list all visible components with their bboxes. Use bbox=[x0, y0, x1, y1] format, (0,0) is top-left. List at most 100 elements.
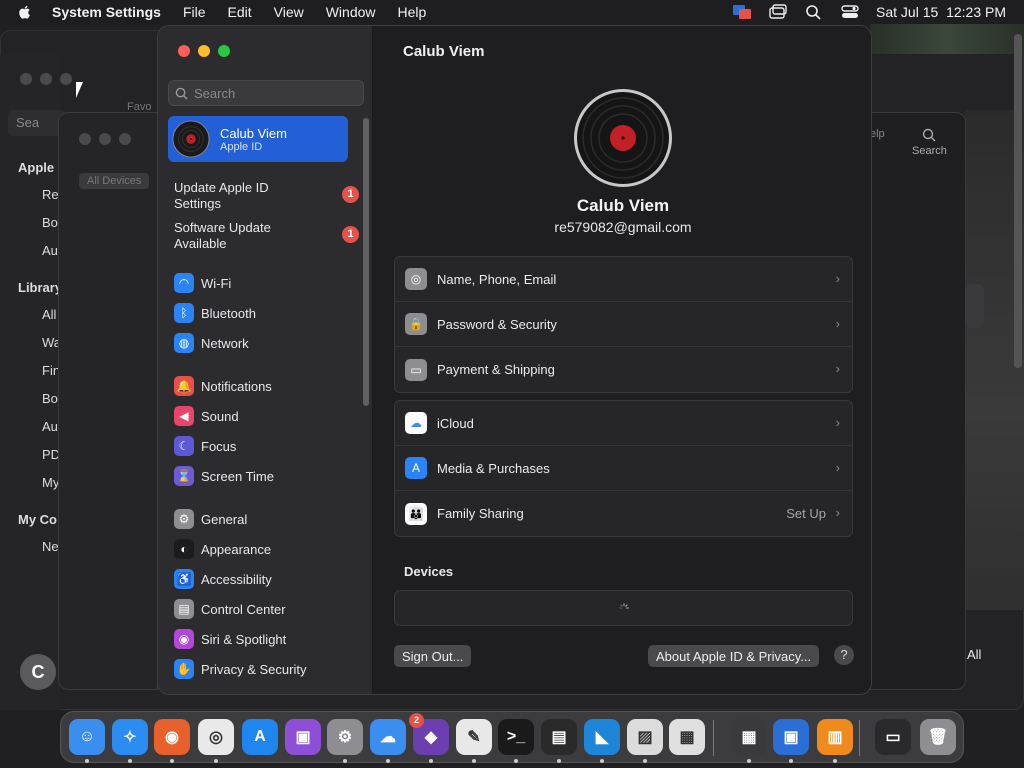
running-indicator bbox=[170, 759, 174, 763]
screen-sharing-menu-icon[interactable] bbox=[732, 4, 752, 20]
background-help[interactable]: elp bbox=[870, 128, 885, 140]
chrome-icon[interactable]: ◎ bbox=[198, 719, 234, 755]
podcasts-icon[interactable]: ▣ bbox=[285, 719, 321, 755]
launchpad-icon[interactable]: ▦ bbox=[669, 719, 705, 755]
row-family-sharing[interactable]: 👪 Family Sharing Set Up › bbox=[395, 491, 852, 536]
sidebar-item-siri-spotlight[interactable]: ◉ Siri & Spotlight bbox=[174, 628, 286, 650]
menu-edit[interactable]: Edit bbox=[228, 4, 252, 20]
devices-list bbox=[394, 590, 853, 626]
menu-window[interactable]: Window bbox=[326, 4, 376, 20]
running-indicator bbox=[214, 759, 218, 763]
close-button[interactable] bbox=[178, 45, 190, 57]
menu-file[interactable]: File bbox=[183, 4, 206, 20]
help-button[interactable]: ? bbox=[834, 645, 854, 665]
background-item[interactable]: Au bbox=[42, 243, 58, 258]
trash-icon[interactable]: 🗑 bbox=[920, 719, 956, 755]
sidebar-item-label: Wi-Fi bbox=[201, 275, 232, 291]
windows-menu-icon[interactable] bbox=[768, 4, 788, 20]
screen-sharing-icon[interactable]: ▣ bbox=[773, 719, 809, 755]
sidebar-item-notifications[interactable]: 🔔 Notifications bbox=[174, 375, 272, 397]
books-icon[interactable]: ▥ bbox=[817, 719, 853, 755]
row-icloud[interactable]: ☁ iCloud › bbox=[395, 401, 852, 446]
profile-avatar[interactable] bbox=[573, 88, 673, 188]
chevron-right-icon: › bbox=[835, 460, 840, 475]
vscode-icon[interactable]: ◣ bbox=[584, 719, 620, 755]
about-apple-id-button[interactable]: About Apple ID & Privacy... bbox=[648, 645, 820, 667]
preview-icon[interactable]: ▨ bbox=[627, 719, 663, 755]
family-icon: 👪 bbox=[405, 502, 427, 525]
background-search-button[interactable]: Search bbox=[912, 128, 947, 157]
weather-icon[interactable]: ☁ bbox=[370, 719, 406, 755]
sidebar-scrollbar[interactable] bbox=[363, 118, 369, 406]
sidebar-item-focus[interactable]: ☾ Focus bbox=[174, 435, 236, 457]
textedit-icon[interactable]: ✎ bbox=[456, 719, 492, 755]
row-media-purchases[interactable]: A Media & Purchases › bbox=[395, 446, 852, 491]
search-input[interactable] bbox=[194, 85, 354, 101]
sidebar-item-label: Bluetooth bbox=[201, 305, 256, 321]
sidebar-item-software-update[interactable]: Software Update Available 1 bbox=[174, 220, 359, 252]
row-password-security[interactable]: 🔒 Password & Security › bbox=[395, 302, 852, 347]
avatar[interactable]: C bbox=[20, 654, 56, 690]
background-item[interactable]: All bbox=[42, 307, 56, 322]
background-item[interactable]: Ne bbox=[42, 539, 59, 554]
app-store-icon: A bbox=[405, 457, 427, 479]
bluetooth-icon: ᛒ bbox=[174, 303, 194, 323]
all-devices-chip[interactable]: All Devices bbox=[79, 173, 150, 189]
zoom-button[interactable] bbox=[218, 45, 230, 57]
sidebar-item-control-center[interactable]: ▤ Control Center bbox=[174, 598, 286, 620]
sidebar-item-label: General bbox=[201, 511, 248, 527]
background-scrollbar[interactable] bbox=[1014, 34, 1022, 368]
sidebar-item-label: Appearance bbox=[201, 541, 272, 557]
sidebar-item-general[interactable]: ⚙ General bbox=[174, 508, 247, 530]
background-sidebar bbox=[0, 55, 60, 710]
search-icon bbox=[175, 87, 188, 100]
downloads-folder-icon[interactable]: ▭ bbox=[875, 719, 911, 755]
terminal-icon[interactable]: >_ bbox=[498, 719, 534, 755]
sign-out-button[interactable]: Sign Out... bbox=[394, 645, 472, 667]
sidebar-item-network[interactable]: ◍ Network bbox=[174, 332, 249, 354]
control-center-menu-icon[interactable] bbox=[840, 4, 860, 20]
bell-icon: 🔔 bbox=[174, 376, 194, 396]
menu-help[interactable]: Help bbox=[398, 4, 427, 20]
safari-icon[interactable]: ✧ bbox=[112, 719, 148, 755]
background-section-apple: Apple bbox=[18, 160, 55, 175]
sidebar-item-privacy-security[interactable]: ✋ Privacy & Security bbox=[174, 658, 306, 680]
search-field[interactable] bbox=[168, 80, 364, 106]
app-store-icon[interactable]: A bbox=[242, 719, 278, 755]
row-label: Family Sharing bbox=[437, 506, 524, 521]
sidebar-item-apple-id[interactable]: Calub Viem Apple ID bbox=[168, 116, 348, 162]
running-indicator bbox=[514, 759, 518, 763]
menu-app-name[interactable]: System Settings bbox=[52, 4, 161, 20]
row-name-phone-email[interactable]: ◎ Name, Phone, Email › bbox=[395, 257, 852, 302]
system-settings-icon[interactable]: ⚙ bbox=[327, 719, 363, 755]
firefox-icon[interactable]: ◉ bbox=[154, 719, 190, 755]
sidebar-item-accessibility[interactable]: ♿ Accessibility bbox=[174, 568, 272, 590]
dock-separator bbox=[713, 720, 714, 756]
running-indicator bbox=[429, 759, 433, 763]
minimize-button[interactable] bbox=[198, 45, 210, 57]
apple-logo-icon[interactable] bbox=[16, 3, 34, 21]
background-item[interactable]: Bo bbox=[42, 215, 58, 230]
search-icon bbox=[923, 128, 936, 142]
menu-view[interactable]: View bbox=[274, 4, 304, 20]
running-indicator bbox=[747, 759, 751, 763]
system-settings-window: Calub Viem Apple ID Update Apple ID Sett… bbox=[157, 25, 872, 695]
sidebar-item-wi-fi[interactable]: ◠ Wi-Fi bbox=[174, 272, 231, 294]
sidebar-item-sound[interactable]: ◀ Sound bbox=[174, 405, 239, 427]
sidebar-item-update-apple-id[interactable]: Update Apple ID Settings 1 bbox=[174, 180, 359, 212]
background-item[interactable]: My bbox=[42, 475, 59, 490]
background-photo bbox=[870, 24, 1024, 54]
finder-icon[interactable]: ☺ bbox=[69, 719, 105, 755]
row-payment-shipping[interactable]: ▭ Payment & Shipping › bbox=[395, 347, 852, 392]
menu-clock[interactable]: Sat Jul 15 12:23 PM bbox=[876, 4, 1006, 20]
calculator-icon[interactable]: ▦ bbox=[731, 719, 767, 755]
sidebar-item-bluetooth[interactable]: ᛒ Bluetooth bbox=[174, 302, 256, 324]
sidebar-item-appearance[interactable]: ◐ Appearance bbox=[174, 538, 271, 560]
background-all-label[interactable]: All bbox=[967, 647, 981, 662]
background-item[interactable]: Bo bbox=[42, 391, 58, 406]
background-item[interactable]: Re bbox=[42, 187, 59, 202]
sidebar-item-screen-time[interactable]: ⌛ Screen Time bbox=[174, 465, 274, 487]
console-icon[interactable]: ▤ bbox=[541, 719, 577, 755]
background-item[interactable]: Au bbox=[42, 419, 58, 434]
spotlight-icon[interactable] bbox=[804, 4, 824, 20]
